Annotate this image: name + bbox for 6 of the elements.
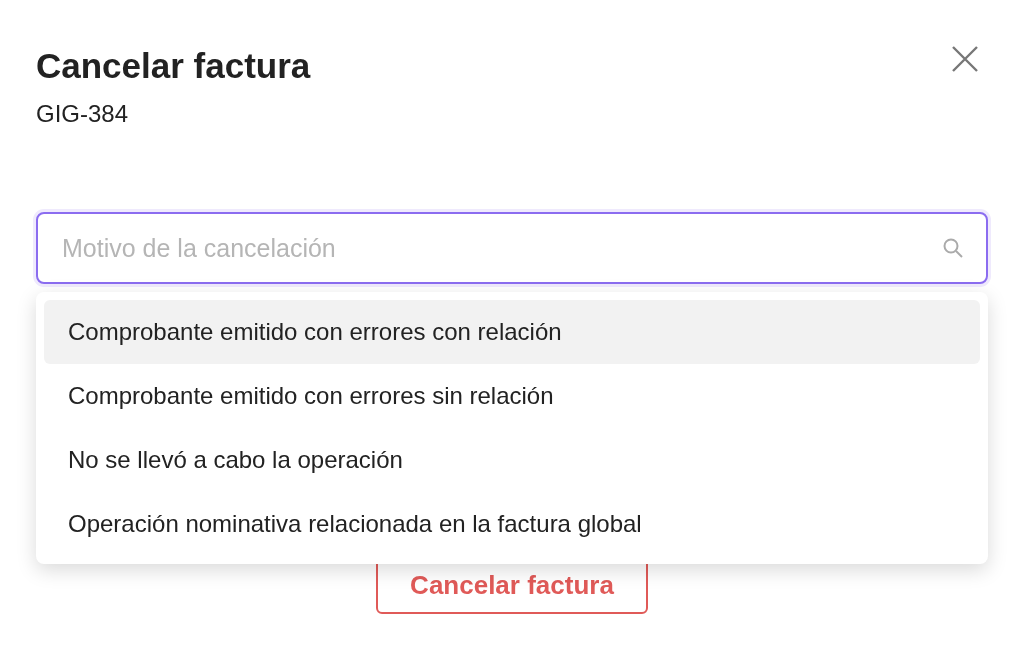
- search-field[interactable]: Motivo de la cancelación: [36, 212, 988, 284]
- invoice-number: GIG-384: [36, 100, 130, 128]
- close-icon[interactable]: [950, 44, 980, 74]
- menu-option[interactable]: Comprobante emitido con errores con relación: [44, 300, 980, 364]
- search-icon: [942, 237, 964, 259]
- dialog-title: Cancelar factura: [36, 45, 311, 87]
